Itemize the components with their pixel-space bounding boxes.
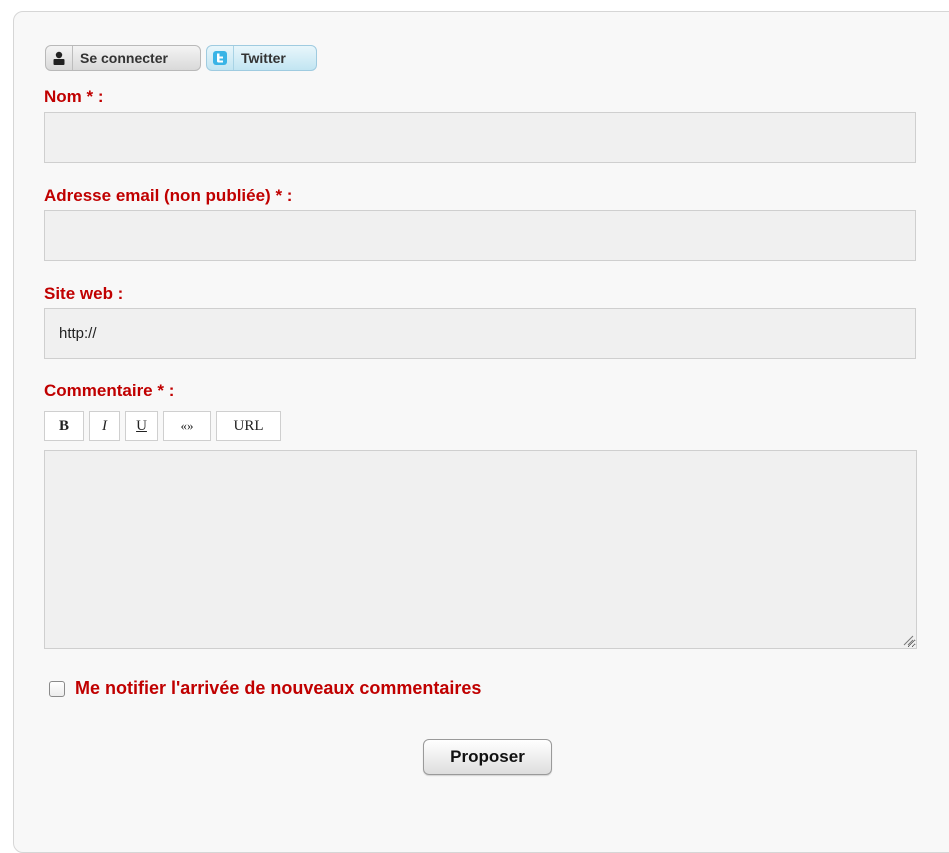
italic-button[interactable]: I bbox=[89, 411, 120, 441]
underline-button[interactable]: U bbox=[125, 411, 158, 441]
email-label: Adresse email (non publiée) * : bbox=[44, 186, 293, 205]
notify-label[interactable]: Me notifier l'arrivée de nouveaux commen… bbox=[75, 678, 481, 699]
auth-buttons: Se connecter Twitter bbox=[45, 45, 317, 73]
name-label: Nom * : bbox=[44, 87, 104, 106]
submit-button[interactable]: Proposer bbox=[423, 739, 552, 775]
resize-grip-icon[interactable] bbox=[903, 635, 914, 646]
name-input[interactable] bbox=[44, 112, 916, 163]
connect-button[interactable]: Se connecter bbox=[45, 45, 201, 71]
website-label: Site web : bbox=[44, 284, 124, 303]
twitter-button-label: Twitter bbox=[241, 50, 286, 66]
comment-textarea[interactable] bbox=[44, 450, 917, 649]
user-icon bbox=[46, 46, 73, 70]
comment-label: Commentaire * : bbox=[44, 381, 175, 400]
twitter-button[interactable]: Twitter bbox=[206, 45, 317, 71]
quote-button[interactable]: «» bbox=[163, 411, 211, 441]
email-input[interactable] bbox=[44, 210, 916, 261]
connect-button-label: Se connecter bbox=[80, 50, 168, 66]
comment-format-toolbar: B I U «» URL bbox=[44, 411, 281, 441]
notify-checkbox[interactable] bbox=[49, 680, 65, 697]
website-input[interactable] bbox=[44, 308, 916, 359]
bold-button[interactable]: B bbox=[44, 411, 84, 441]
notify-row: Me notifier l'arrivée de nouveaux commen… bbox=[49, 678, 481, 699]
twitter-icon bbox=[207, 46, 234, 70]
url-button[interactable]: URL bbox=[216, 411, 281, 441]
